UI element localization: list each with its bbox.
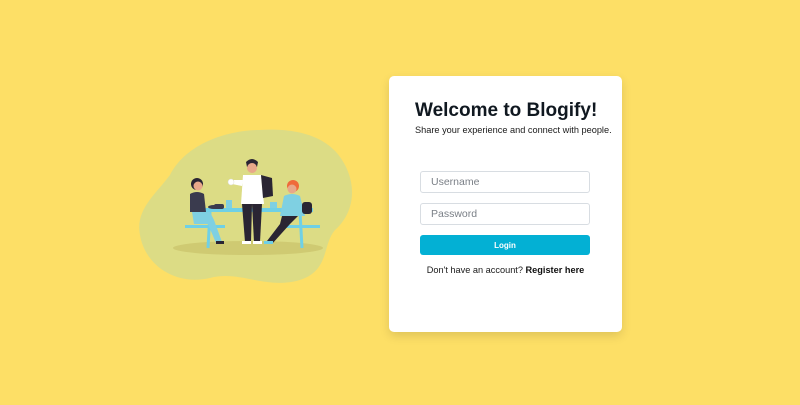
page-title: Welcome to Blogify! (415, 100, 598, 121)
login-page: { "login": { "title": "Welcome to Blogif… (0, 0, 800, 405)
register-prompt-text: Don't have an account? (426, 265, 523, 275)
username-input[interactable] (420, 171, 590, 193)
register-link[interactable]: Register here (526, 265, 585, 275)
people-at-table-illustration (139, 129, 353, 283)
page-subtitle: Share your experience and connect with p… (415, 125, 612, 135)
login-button[interactable]: Login (420, 235, 590, 255)
register-prompt-line: Don't have an account? Register here (389, 265, 622, 275)
password-input[interactable] (420, 203, 590, 225)
login-card: Welcome to Blogify! Share your experienc… (389, 76, 622, 332)
